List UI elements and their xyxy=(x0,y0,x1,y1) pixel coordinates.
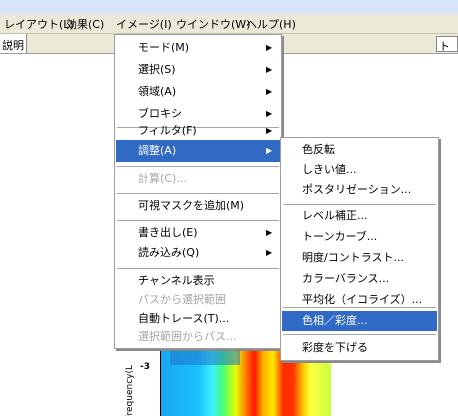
menu-help[interactable]: ヘルプ(H) xyxy=(246,17,296,32)
submenu-item-brightness-contrast[interactable]: 明度/コントラスト... xyxy=(282,247,437,269)
right-panel-tab[interactable]: ト xyxy=(436,36,458,53)
submenu-arrow-icon: ▶ xyxy=(266,65,273,74)
menu-separator xyxy=(117,193,279,194)
submenu-item-hue-saturation[interactable]: 色相／彩度... xyxy=(282,311,437,331)
menu-item-region[interactable]: 領域(A) ▶ xyxy=(116,81,280,103)
menu-image[interactable]: イメージ(I) xyxy=(116,17,172,32)
menu-window[interactable]: ウインドウ(W) xyxy=(176,17,250,32)
submenu-item-tone-curve[interactable]: トーンカーブ... xyxy=(282,226,437,248)
submenu-arrow-icon: ▶ xyxy=(266,146,273,155)
submenu-arrow-icon: ▶ xyxy=(266,43,273,52)
submenu-item-desaturate[interactable]: 彩度を下げる xyxy=(282,337,437,359)
submenu-item-color-balance[interactable]: カラーバランス... xyxy=(282,268,437,290)
submenu-item-threshold[interactable]: しきい値... xyxy=(282,159,437,181)
menu-item-select[interactable]: 選択(S) ▶ xyxy=(116,59,280,81)
window-top-strip xyxy=(0,0,458,14)
menu-separator xyxy=(117,220,279,221)
right-panel-label: ト xyxy=(439,40,450,53)
description-label: 説明 xyxy=(2,39,24,52)
menu-item-import[interactable]: 読み込み(Q) ▶ xyxy=(116,242,280,264)
menu-item-export[interactable]: 書き出し(E) ▶ xyxy=(116,222,280,244)
plot-y-axis-label: Frequency(Log xyxy=(125,365,134,416)
menu-item-add-visible-mask[interactable]: 可視マスクを追加(M) xyxy=(116,195,280,217)
plot-y-tick: -3 xyxy=(140,362,150,372)
submenu-item-invert[interactable]: 色反転 xyxy=(282,139,437,161)
menubar: レイアウト(L) 効果(C) イメージ(I) ウインドウ(W) ヘルプ(H) xyxy=(0,14,458,34)
submenu-arrow-icon: ▶ xyxy=(266,126,273,135)
menu-separator xyxy=(117,166,279,167)
menu-separator xyxy=(117,268,279,269)
menu-item-calculate[interactable]: 計算(C)... xyxy=(116,168,280,190)
menu-item-mode[interactable]: モード(M) ▶ xyxy=(116,37,280,59)
submenu-arrow-icon: ▶ xyxy=(266,248,273,257)
adjust-submenu: 色反転 しきい値... ポスタリゼーション... レベル補正... トーンカーブ… xyxy=(280,137,439,361)
image-menu: モード(M) ▶ 選択(S) ▶ 領域(A) ▶ ブロキシ ▶ フィルタ(F) ▶ 調整(… xyxy=(114,34,282,349)
submenu-arrow-icon: ▶ xyxy=(266,87,273,96)
menu-separator xyxy=(283,334,436,335)
menu-effects[interactable]: 効果(C) xyxy=(66,17,104,32)
submenu-item-posterize[interactable]: ポスタリゼーション... xyxy=(282,179,437,201)
description-tab[interactable]: 説明 xyxy=(0,34,27,53)
menu-item-filter[interactable]: フィルタ(F) ▶ xyxy=(116,120,280,142)
submenu-item-levels[interactable]: レベル補正... xyxy=(282,205,437,227)
menu-layout[interactable]: レイアウト(L) xyxy=(4,17,74,32)
menu-item-path-from-selection[interactable]: 選択範囲からパス... xyxy=(116,326,280,348)
menu-separator xyxy=(283,307,436,308)
menu-item-adjust[interactable]: 調整(A) ▶ xyxy=(116,140,280,162)
submenu-arrow-icon: ▶ xyxy=(266,228,273,237)
